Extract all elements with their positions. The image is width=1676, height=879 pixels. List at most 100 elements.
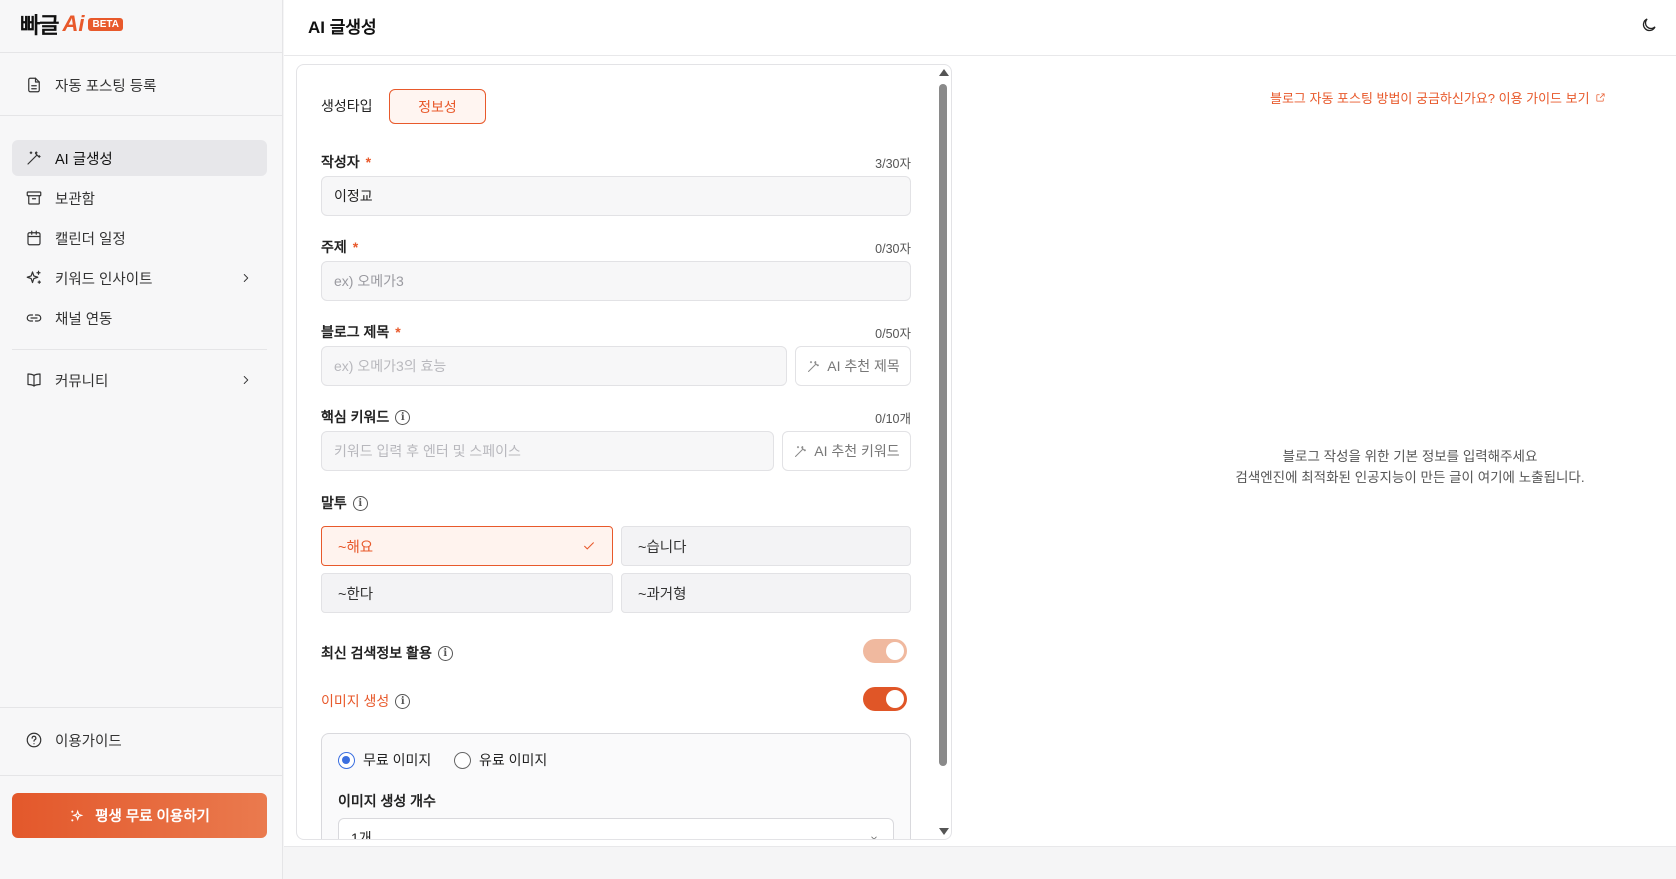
chevron-right-icon — [243, 274, 249, 282]
image-count-label: 이미지 생성 개수 — [338, 791, 436, 811]
tone-label: 말투 i — [321, 493, 368, 513]
bottom-strip — [284, 846, 1676, 879]
author-input[interactable]: 이정교 — [321, 176, 911, 216]
ai-recommend-title-label: AI 추천 제목 — [827, 358, 900, 374]
guide-link-text: 블로그 자동 포스팅 방법이 궁금하신가요? 이용 가이드 보기 — [1270, 91, 1590, 106]
blog-title-label: 블로그 제목 * — [321, 322, 401, 342]
gen-type-chip-info[interactable]: 정보성 — [389, 89, 486, 124]
gen-type-label: 생성타입 — [321, 96, 373, 116]
empty-state-line1: 블로그 작성을 위한 기본 정보를 입력해주세요 — [1282, 449, 1538, 464]
tone-option-label: ~한다 — [338, 586, 374, 603]
scroll-thumb[interactable] — [939, 84, 947, 766]
tone-option-label: ~과거형 — [638, 586, 687, 603]
ai-recommend-title-button[interactable]: AI 추천 제목 — [795, 346, 911, 386]
beta-badge: BETA — [88, 17, 123, 31]
sidebar-item-label: 캘린더 일정 — [55, 231, 126, 248]
sidebar-item-label: 키워드 인사이트 — [55, 271, 153, 288]
required-mark: * — [395, 324, 401, 340]
tone-option-past[interactable]: ~과거형 — [621, 573, 911, 613]
search-info-toggle[interactable] — [863, 639, 907, 663]
sidebar-item-calendar[interactable]: 캘린더 일정 — [12, 220, 267, 256]
topic-label-text: 주제 — [321, 239, 347, 255]
tone-option-haeyo[interactable]: ~해요 — [321, 526, 613, 566]
magic-wand-icon — [795, 445, 807, 457]
sidebar-item-label: AI 글생성 — [55, 151, 113, 168]
sparkles-icon — [71, 809, 84, 821]
author-label: 작성자 * — [321, 152, 371, 172]
archive-icon — [26, 191, 42, 205]
book-icon — [27, 373, 41, 387]
keywords-input[interactable]: 키워드 입력 후 엔터 및 스페이스 — [321, 431, 774, 471]
ai-recommend-keyword-button[interactable]: AI 추천 키워드 — [782, 431, 911, 471]
tone-option-seumnida[interactable]: ~습니다 — [621, 526, 911, 566]
required-mark: * — [352, 239, 359, 255]
toggle-knob — [886, 690, 904, 708]
image-gen-toggle[interactable] — [863, 687, 907, 711]
chevron-down-icon — [871, 836, 877, 839]
sidebar-divider — [0, 707, 283, 708]
sidebar-item-label: 커뮤니티 — [55, 373, 109, 390]
tone-option-handa[interactable]: ~한다 — [321, 573, 613, 613]
radio-dot — [338, 751, 355, 769]
check-icon — [582, 539, 596, 553]
radio-free-image[interactable]: 무료 이미지 — [338, 750, 431, 770]
usage-guide-link[interactable]: 블로그 자동 포스팅 방법이 궁금하신가요? 이용 가이드 보기 — [1270, 88, 1606, 107]
calendar-icon — [27, 230, 41, 246]
keywords-label-text: 핵심 키워드 — [321, 409, 390, 425]
sidebar: 빠글 Ai BETA 자동 포스팅 등록 AI 글생성 보관함 캘린더 일정 키… — [0, 0, 283, 879]
sidebar-item-label: 보관함 — [55, 191, 96, 208]
empty-state-message: 블로그 작성을 위한 기본 정보를 입력해주세요 검색엔진에 최적화된 인공지능… — [1180, 446, 1640, 488]
form-inner: 생성타입 정보성 작성자 * 3/30자 이정교 주제 * 0/30자 ex) 오메… — [321, 65, 911, 839]
sidebar-divider — [0, 115, 283, 116]
blog-title-label-text: 블로그 제목 — [321, 324, 390, 340]
image-gen-label-text: 이미지 생성 — [321, 693, 390, 709]
logo-ai: Ai — [62, 11, 85, 36]
sidebar-item-community[interactable]: 커뮤니티 — [12, 362, 267, 398]
gen-type-label-text: 생성타입 — [321, 98, 373, 114]
ai-recommend-keyword-label: AI 추천 키워드 — [814, 443, 900, 459]
sidebar-item-ai-write[interactable]: AI 글생성 — [12, 140, 267, 176]
radio-paid-image[interactable]: 유료 이미지 — [454, 750, 547, 770]
free-forever-button[interactable]: 평생 무료 이용하기 — [12, 793, 267, 838]
sidebar-item-label: 자동 포스팅 등록 — [55, 78, 157, 95]
info-icon[interactable]: i — [352, 495, 368, 511]
search-info-label-text: 최신 검색정보 활용 — [321, 645, 432, 661]
topic-counter: 0/30자 — [875, 242, 911, 256]
sidebar-item-auto-posting[interactable]: 자동 포스팅 등록 — [12, 67, 267, 103]
help-circle-icon — [26, 732, 42, 748]
magic-wand-icon — [27, 151, 41, 165]
logo[interactable]: 빠글 Ai BETA — [20, 10, 123, 38]
link-icon — [26, 314, 42, 322]
info-icon[interactable]: i — [437, 645, 453, 661]
sidebar-item-channel-link[interactable]: 채널 연동 — [12, 300, 267, 336]
form-scrollbar[interactable] — [936, 66, 950, 838]
blog-title-counter: 0/50자 — [875, 327, 911, 341]
image-count-value: 1개 — [351, 830, 372, 840]
info-icon[interactable]: i — [395, 693, 411, 709]
image-gen-label: 이미지 생성 i — [321, 691, 411, 711]
dark-mode-toggle[interactable] — [1640, 16, 1658, 34]
sidebar-divider — [0, 775, 283, 776]
sparkles-icon — [26, 270, 41, 284]
radio-dot — [454, 751, 471, 769]
keywords-label: 핵심 키워드 i — [321, 407, 411, 427]
toggle-knob — [886, 642, 904, 660]
topic-label: 주제 * — [321, 237, 358, 257]
scroll-down-arrow[interactable] — [939, 828, 949, 835]
sidebar-item-label: 이용가이드 — [55, 733, 122, 750]
cta-label: 평생 무료 이용하기 — [95, 809, 210, 825]
scroll-up-arrow[interactable] — [939, 69, 949, 76]
page-title: AI 글생성 — [308, 18, 377, 37]
image-count-select[interactable]: 1개 — [338, 818, 894, 840]
radio-label: 유료 이미지 — [479, 752, 548, 768]
info-icon[interactable]: i — [395, 409, 411, 425]
sidebar-item-guide[interactable]: 이용가이드 — [12, 722, 267, 758]
author-counter: 3/30자 — [875, 157, 911, 171]
topic-input[interactable]: ex) 오메가3 — [321, 261, 911, 301]
blog-title-input[interactable]: ex) 오메가3의 효능 — [321, 346, 787, 386]
sidebar-item-archive[interactable]: 보관함 — [12, 180, 267, 216]
external-link-icon — [1596, 93, 1605, 102]
sidebar-item-keyword-insight[interactable]: 키워드 인사이트 — [12, 260, 267, 296]
logo-text: 빠글 — [20, 13, 59, 38]
author-label-text: 작성자 — [321, 154, 360, 170]
